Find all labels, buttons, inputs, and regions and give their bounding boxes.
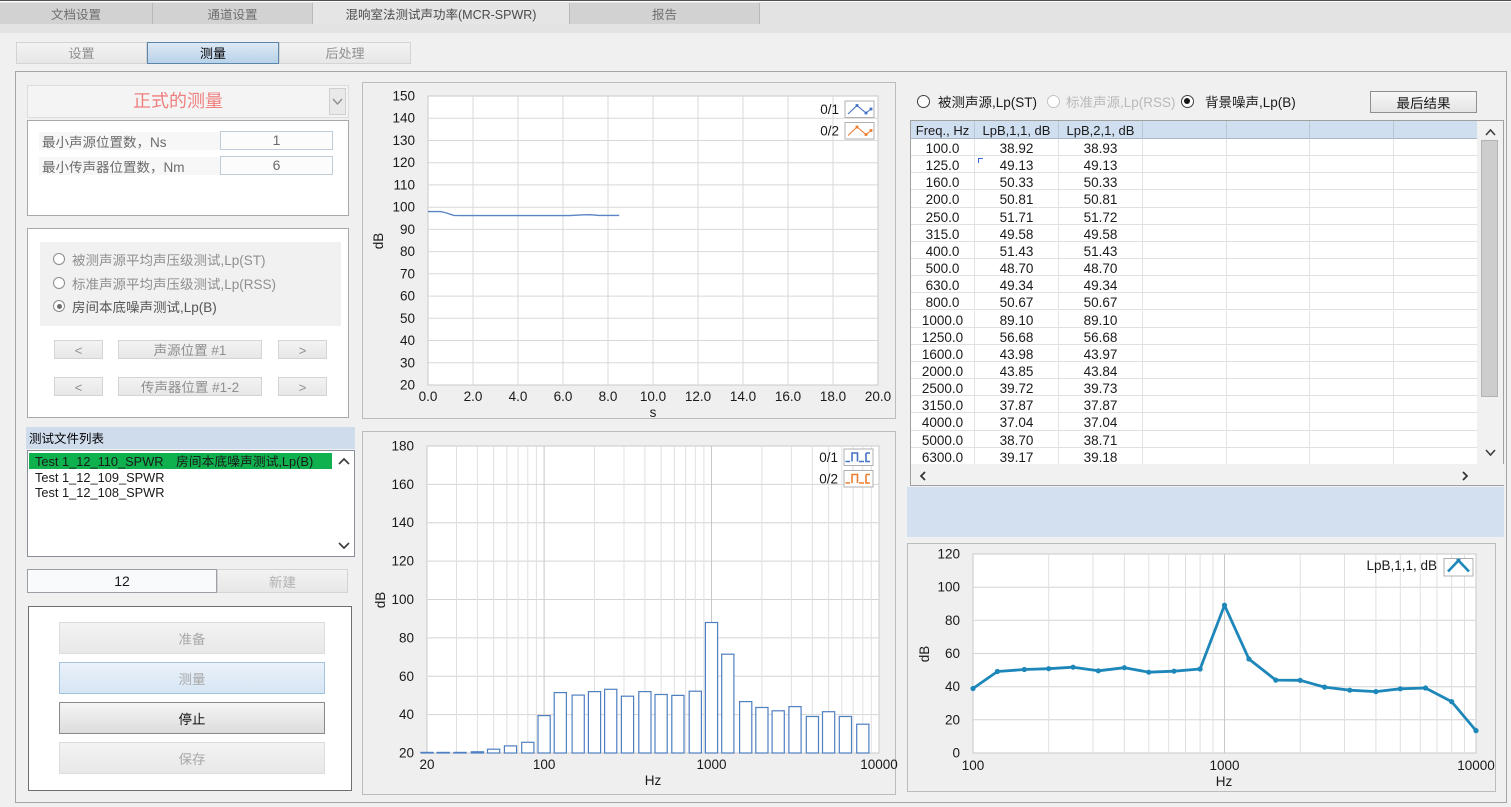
svg-text:20.0: 20.0 <box>865 385 891 405</box>
svg-text:dB: dB <box>367 233 387 250</box>
svg-text:70: 70 <box>400 262 415 282</box>
svg-text:100: 100 <box>962 754 985 774</box>
svg-text:14.0: 14.0 <box>730 385 756 405</box>
svg-text:100: 100 <box>391 588 414 608</box>
svg-text:140: 140 <box>392 107 415 127</box>
svg-text:140: 140 <box>391 511 414 531</box>
svg-text:80: 80 <box>945 609 960 629</box>
svg-text:0/2: 0/2 <box>819 468 838 488</box>
svg-text:180: 180 <box>391 435 414 455</box>
svg-text:100: 100 <box>937 576 960 596</box>
svg-text:90: 90 <box>400 218 415 238</box>
svg-text:s: s <box>650 401 657 421</box>
svg-text:40: 40 <box>400 329 415 349</box>
svg-text:60: 60 <box>945 642 960 662</box>
svg-text:6.0: 6.0 <box>554 385 573 405</box>
svg-text:120: 120 <box>937 543 960 563</box>
svg-text:0.0: 0.0 <box>419 385 438 405</box>
svg-text:150: 150 <box>392 85 415 105</box>
svg-text:120: 120 <box>392 151 415 171</box>
svg-text:LpB,1,1, dB: LpB,1,1, dB <box>1366 554 1437 574</box>
svg-text:Hz: Hz <box>645 769 662 789</box>
svg-text:20: 20 <box>945 708 960 728</box>
svg-text:30: 30 <box>400 351 415 371</box>
svg-text:12.0: 12.0 <box>685 385 711 405</box>
svg-text:4.0: 4.0 <box>509 385 528 405</box>
svg-text:Hz: Hz <box>1216 770 1233 790</box>
svg-text:20: 20 <box>419 753 434 773</box>
svg-text:100: 100 <box>533 753 556 773</box>
svg-text:18.0: 18.0 <box>820 385 846 405</box>
svg-text:80: 80 <box>399 626 414 646</box>
svg-text:120: 120 <box>391 550 414 570</box>
svg-text:8.0: 8.0 <box>599 385 618 405</box>
svg-text:60: 60 <box>400 285 415 305</box>
svg-text:dB: dB <box>369 592 389 609</box>
svg-text:60: 60 <box>399 665 414 685</box>
svg-text:80: 80 <box>400 240 415 260</box>
svg-text:0/2: 0/2 <box>820 120 839 140</box>
svg-text:dB: dB <box>913 646 933 663</box>
svg-text:2.0: 2.0 <box>464 385 483 405</box>
svg-text:0/1: 0/1 <box>819 446 838 466</box>
svg-text:40: 40 <box>945 675 960 695</box>
svg-text:40: 40 <box>399 703 414 723</box>
svg-text:10000: 10000 <box>1457 754 1495 774</box>
svg-text:16.0: 16.0 <box>775 385 801 405</box>
svg-text:1000: 1000 <box>696 753 726 773</box>
svg-text:100: 100 <box>392 196 415 216</box>
svg-text:160: 160 <box>391 473 414 493</box>
svg-text:20: 20 <box>399 742 414 762</box>
svg-text:110: 110 <box>393 173 415 193</box>
svg-text:0/1: 0/1 <box>820 98 839 118</box>
svg-text:130: 130 <box>392 129 415 149</box>
svg-text:20: 20 <box>400 374 415 394</box>
svg-text:10000: 10000 <box>860 753 898 773</box>
svg-text:0: 0 <box>952 742 960 762</box>
svg-text:50: 50 <box>400 307 415 327</box>
